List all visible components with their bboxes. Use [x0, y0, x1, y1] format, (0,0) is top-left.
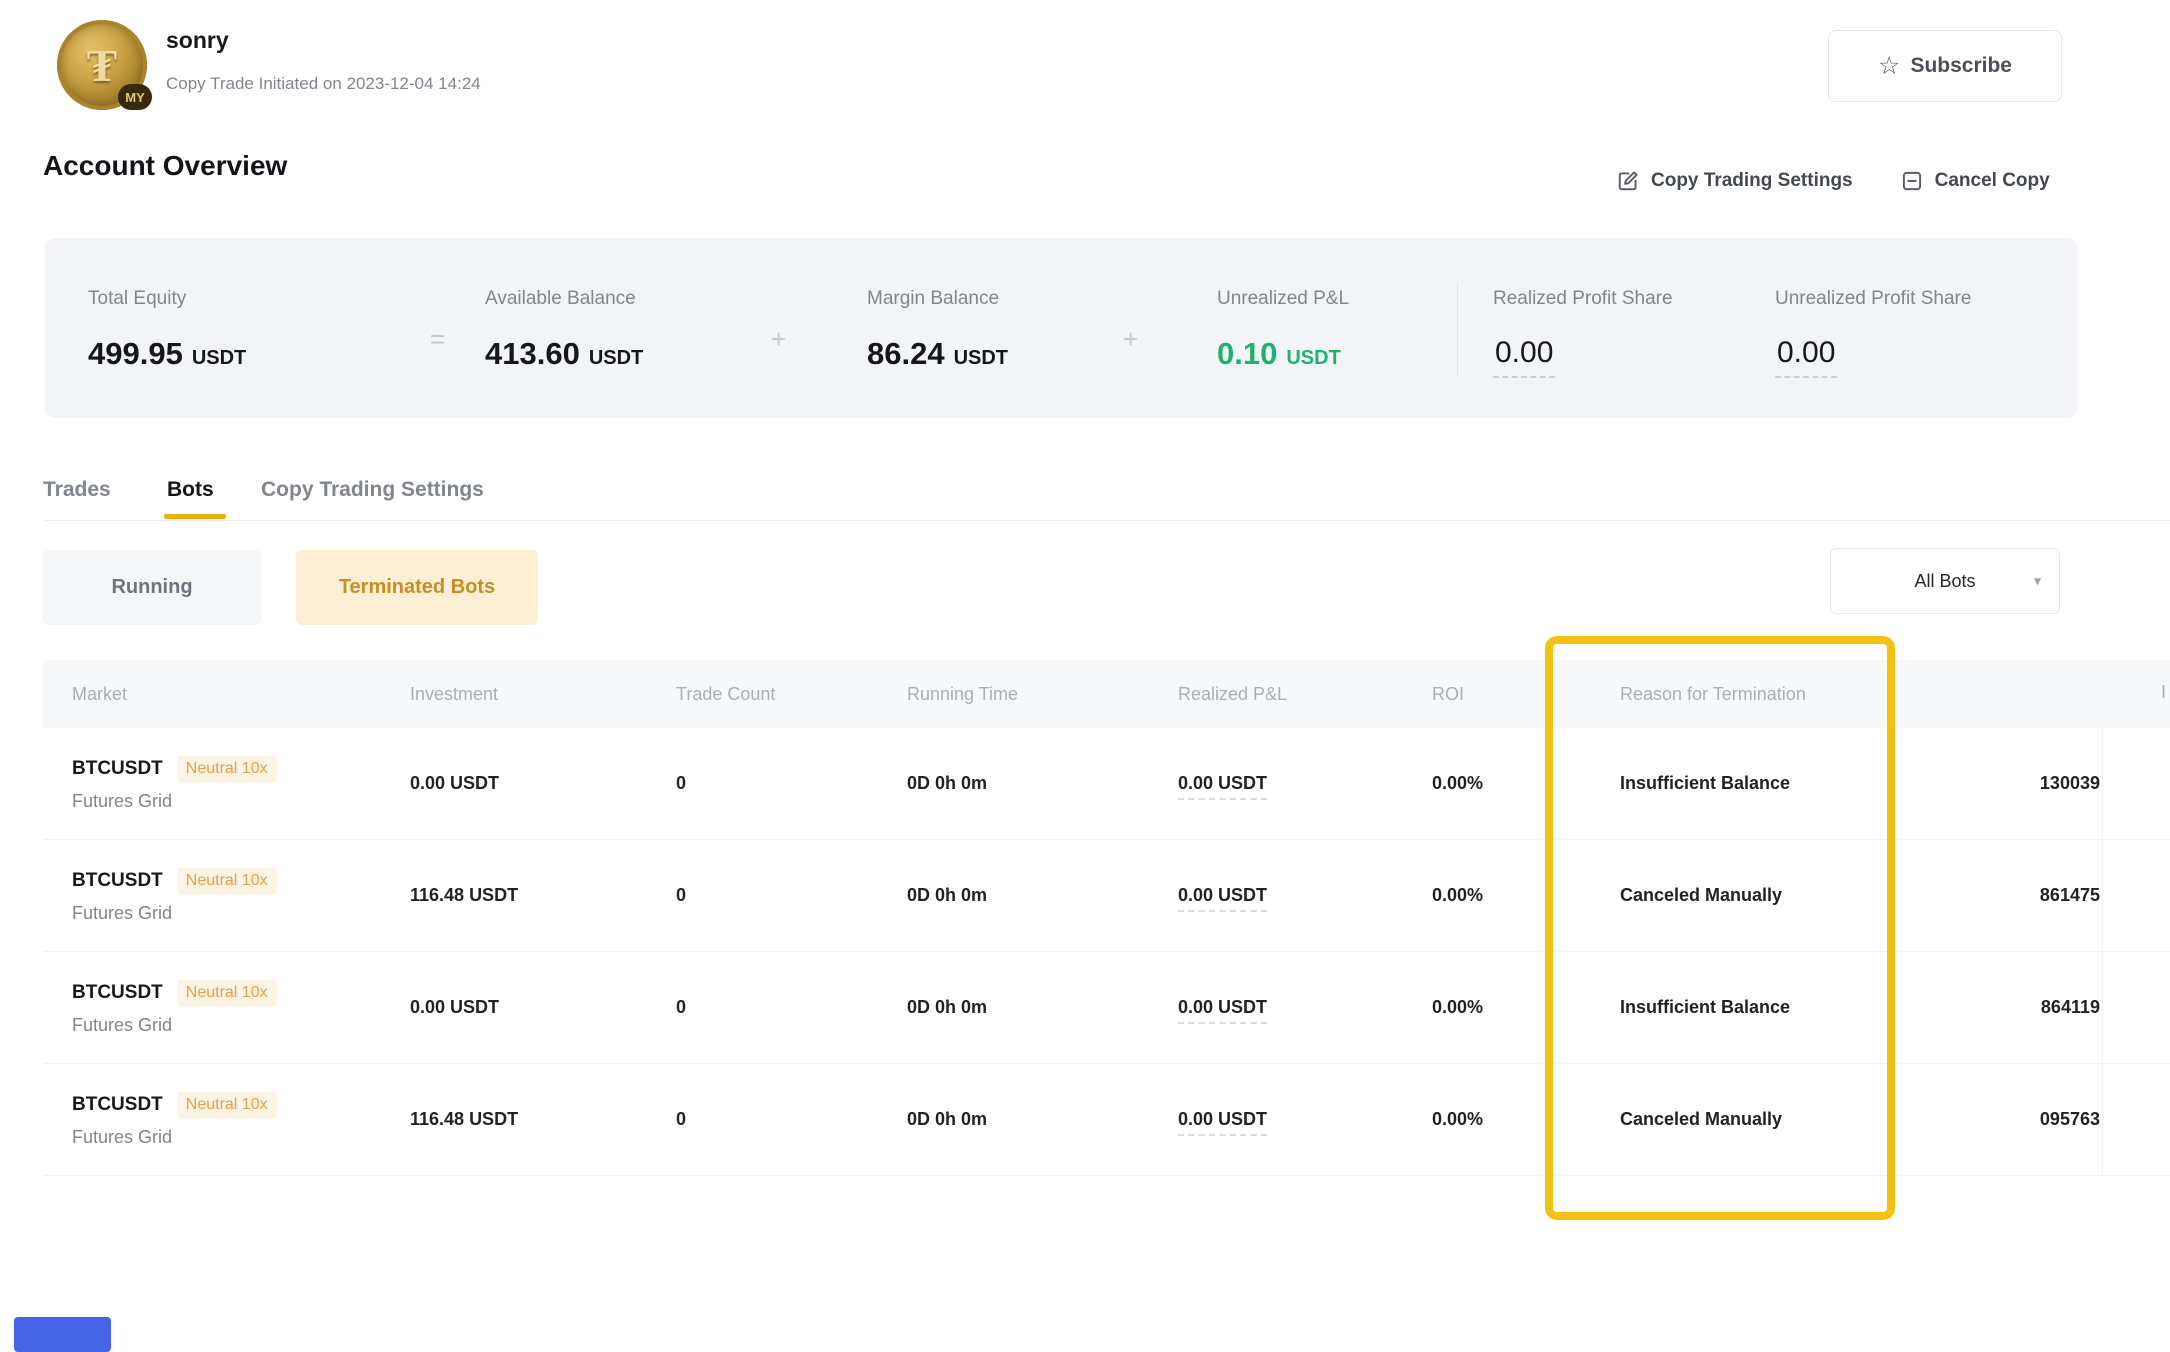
leverage-badge: Neutral 10x — [177, 868, 277, 894]
plus-operator: + — [771, 324, 786, 355]
leverage-badge: Neutral 10x — [177, 756, 277, 782]
investment-cell: 116.48 USDT — [410, 885, 676, 906]
running-time-cell: 0D 0h 0m — [907, 885, 1178, 906]
table-row: BTCUSDT Neutral 10x Futures Grid 116.48 … — [43, 1064, 2170, 1176]
chevron-down-icon: ▾ — [2034, 573, 2041, 590]
col-trade-count: Trade Count — [676, 684, 907, 705]
col-investment: Investment — [410, 684, 676, 705]
minus-square-icon — [1899, 168, 1925, 194]
overview-actions: Copy Trading Settings Cancel Copy — [1615, 168, 2050, 194]
market-symbol: BTCUSDT — [72, 1094, 163, 1116]
investment-cell: 116.48 USDT — [410, 1109, 676, 1130]
bot-type: Futures Grid — [72, 903, 410, 924]
bot-filter-value: All Bots — [1914, 571, 1975, 592]
leverage-badge: Neutral 10x — [177, 1092, 277, 1118]
table-header: Market Investment Trade Count Running Ti… — [43, 660, 2170, 728]
roi-cell: 0.00% — [1432, 1109, 1620, 1130]
tab-copy-trading-settings[interactable]: Copy Trading Settings — [261, 478, 484, 502]
avatar-country-badge: MY — [118, 84, 152, 110]
reason-cell: Canceled Manually — [1620, 885, 1920, 906]
roi-cell: 0.00% — [1432, 885, 1620, 906]
trade-count-cell: 0 — [676, 885, 907, 906]
running-time-cell: 0D 0h 0m — [907, 1109, 1178, 1130]
cancel-copy-button[interactable]: Cancel Copy — [1899, 168, 2050, 194]
trade-count-cell: 0 — [676, 1109, 907, 1130]
investment-cell: 0.00 USDT — [410, 773, 676, 794]
blue-widget-fragment — [14, 1317, 111, 1352]
leverage-badge: Neutral 10x — [177, 980, 277, 1006]
col-reason: Reason for Termination — [1620, 684, 1920, 705]
reason-cell: Insufficient Balance — [1620, 773, 1920, 794]
realized-pnl-cell: 0.00 USDT — [1178, 885, 1432, 906]
bot-type: Futures Grid — [72, 791, 410, 812]
market-symbol: BTCUSDT — [72, 982, 163, 1004]
tether-coin-icon: ₮ — [87, 39, 118, 92]
copy-trading-settings-label: Copy Trading Settings — [1651, 170, 1853, 192]
trader-name: sonry — [166, 27, 229, 54]
investment-cell: 0.00 USDT — [410, 997, 676, 1018]
trade-count-cell: 0 — [676, 997, 907, 1018]
stat-realized-profit-share: Realized Profit Share 0.00 — [1493, 288, 1673, 378]
running-filter-button[interactable]: Running — [43, 550, 261, 625]
running-time-cell: 0D 0h 0m — [907, 997, 1178, 1018]
bot-id-cell: 861475 — [1920, 885, 2170, 906]
market-cell: BTCUSDT Neutral 10x Futures Grid — [72, 1092, 410, 1148]
market-cell: BTCUSDT Neutral 10x Futures Grid — [72, 756, 410, 812]
tabs-divider — [43, 520, 2170, 521]
stat-unrealized-profit-share: Unrealized Profit Share 0.00 — [1775, 288, 1971, 378]
table-row: BTCUSDT Neutral 10x Futures Grid 0.00 US… — [43, 728, 2170, 840]
copy-trading-page: ₮ MY sonry Copy Trade Initiated on 2023-… — [0, 0, 2170, 1352]
market-symbol: BTCUSDT — [72, 870, 163, 892]
account-stats-panel: Total Equity 499.95USDT = Available Bala… — [45, 238, 2077, 418]
bot-filter-dropdown[interactable]: All Bots ▾ — [1830, 548, 2060, 614]
bot-type: Futures Grid — [72, 1127, 410, 1148]
tab-bots[interactable]: Bots — [167, 478, 214, 502]
stats-divider — [1457, 282, 1458, 376]
tab-trades[interactable]: Trades — [43, 478, 111, 502]
table-row: BTCUSDT Neutral 10x Futures Grid 0.00 US… — [43, 952, 2170, 1064]
realized-pnl-cell: 0.00 USDT — [1178, 1109, 1432, 1130]
stat-total-equity: Total Equity 499.95USDT — [88, 288, 246, 372]
bots-table: BTCUSDT Neutral 10x Futures Grid 0.00 US… — [43, 728, 2170, 1176]
bot-type: Futures Grid — [72, 1015, 410, 1036]
running-time-cell: 0D 0h 0m — [907, 773, 1178, 794]
roi-cell: 0.00% — [1432, 773, 1620, 794]
stat-available-balance: Available Balance 413.60USDT — [485, 288, 643, 372]
realized-pnl-cell: 0.00 USDT — [1178, 997, 1432, 1018]
reason-cell: Canceled Manually — [1620, 1109, 1920, 1130]
equals-operator: = — [430, 324, 445, 355]
bot-id-cell: 130039 — [1920, 773, 2170, 794]
star-icon: ☆ — [1878, 54, 1900, 79]
page-title: Account Overview — [43, 150, 287, 182]
edit-icon — [1615, 168, 1641, 194]
bot-id-cell: 095763 — [1920, 1109, 2170, 1130]
col-realized-pnl: Realized P&L — [1178, 684, 1432, 705]
stat-margin-balance: Margin Balance 86.24USDT — [867, 288, 1008, 372]
col-roi: ROI — [1432, 684, 1620, 705]
subscribe-button[interactable]: ☆ Subscribe — [1828, 30, 2062, 102]
col-market: Market — [72, 684, 410, 705]
subscribe-label: Subscribe — [1910, 54, 2012, 78]
terminated-bots-filter-button[interactable]: Terminated Bots — [296, 550, 538, 625]
stat-unrealized-pnl: Unrealized P&L 0.10USDT — [1217, 288, 1349, 372]
bot-id-cell: 864119 — [1920, 997, 2170, 1018]
table-row: BTCUSDT Neutral 10x Futures Grid 116.48 … — [43, 840, 2170, 952]
realized-pnl-cell: 0.00 USDT — [1178, 773, 1432, 794]
pinned-column-divider — [2102, 728, 2103, 1177]
market-symbol: BTCUSDT — [72, 758, 163, 780]
copy-trading-settings-button[interactable]: Copy Trading Settings — [1615, 168, 1853, 194]
col-running-time: Running Time — [907, 684, 1178, 705]
col-id-partial: I — [2161, 682, 2166, 703]
market-cell: BTCUSDT Neutral 10x Futures Grid — [72, 868, 410, 924]
active-tab-underline — [164, 514, 226, 519]
reason-cell: Insufficient Balance — [1620, 997, 1920, 1018]
cancel-copy-label: Cancel Copy — [1935, 170, 2050, 192]
trade-count-cell: 0 — [676, 773, 907, 794]
plus-operator: + — [1123, 324, 1138, 355]
market-cell: BTCUSDT Neutral 10x Futures Grid — [72, 980, 410, 1036]
copy-trade-initiated-text: Copy Trade Initiated on 2023-12-04 14:24 — [166, 74, 481, 94]
roi-cell: 0.00% — [1432, 997, 1620, 1018]
